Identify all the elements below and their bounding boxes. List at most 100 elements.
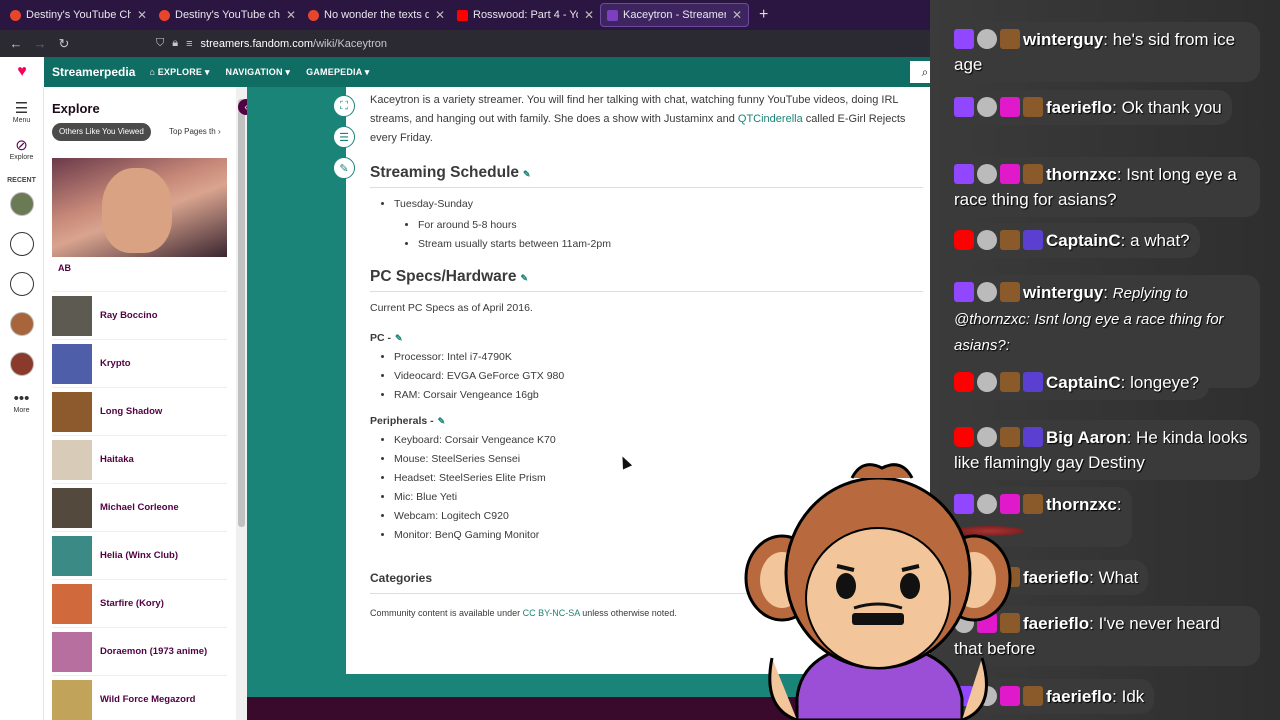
avatar (977, 164, 997, 184)
explore-list-item[interactable]: Krypto (52, 339, 227, 387)
recent-wiki-avatar[interactable] (9, 312, 34, 336)
page-tools: ⛶ ☰ ✎ (333, 95, 357, 188)
edit-pencil-icon[interactable]: ✎ (523, 169, 531, 179)
twitch-icon (954, 97, 974, 117)
browser-tab[interactable]: Rosswood: Part 4 - YouTube✕ (451, 3, 600, 27)
back-arrow-icon[interactable]: ← (4, 36, 28, 51)
browser-tab-active[interactable]: Kaceytron - Streamerpedia✕ (600, 3, 749, 27)
close-icon[interactable]: ✕ (584, 8, 594, 22)
forward-arrow-icon[interactable]: → (28, 36, 52, 51)
navigation-menu[interactable]: NAVIGATION ▾ (226, 67, 291, 78)
recent-label: RECENT (7, 177, 36, 184)
new-tab-button[interactable]: + (759, 6, 768, 24)
scrollbar-thumb[interactable] (238, 99, 245, 527)
table-of-contents-icon[interactable]: ☰ (333, 126, 355, 148)
list-item: Processor: Intel i7-4790K (394, 348, 922, 367)
gem-badge-icon (1000, 97, 1020, 117)
badge-icon (1000, 372, 1020, 392)
thumbnail-image (52, 487, 92, 528)
explore-scrollbar[interactable] (236, 87, 247, 720)
recent-wiki-avatar[interactable] (9, 192, 34, 216)
explore-list-item[interactable]: Doraemon (1973 anime) (52, 627, 227, 675)
edit-pencil-icon[interactable]: ✎ (438, 416, 446, 426)
menu-button[interactable]: ☰ Menu (0, 99, 43, 124)
list-item: For around 5-8 hours (418, 216, 922, 235)
chat-text: longeye? (1125, 373, 1200, 392)
pc-list: Processor: Intel i7-4790K Videocard: EVG… (394, 348, 922, 405)
edit-icon[interactable]: ✎ (333, 157, 355, 179)
browser-tab[interactable]: Destiny's YouTube Channel DE✕ (4, 3, 153, 27)
list-item: Stream usually starts between 11am-2pm (418, 235, 922, 254)
explore-panel: Explore Others Like You Viewed Top Pages… (44, 87, 247, 720)
explore-list-item[interactable]: Wild Force Megazord (52, 675, 227, 720)
qtcinderella-link[interactable]: QTCinderella (738, 113, 803, 125)
more-button[interactable]: ••• More (0, 390, 43, 414)
wiki-name[interactable]: Streamerpedia (52, 65, 135, 79)
chip-top-pages[interactable]: Top Pages th › (162, 123, 228, 141)
twitch-icon (954, 29, 974, 49)
recent-wiki-avatar[interactable] (9, 352, 34, 376)
explore-list-item[interactable]: Starfire (Kory) (52, 579, 227, 627)
youtube-icon (954, 230, 974, 250)
explore-list: Ray Boccino Krypto Long Shadow Haitaka Micha… (52, 291, 227, 720)
thumbnail-image (52, 295, 92, 336)
browser-tab[interactable]: No wonder the texts didn't pas✕ (302, 3, 451, 27)
edit-pencil-icon[interactable]: ✎ (520, 273, 528, 283)
close-icon[interactable]: ✕ (435, 8, 445, 22)
explore-item-name: Michael Corleone (100, 502, 179, 513)
chat-username: faerieflo (1046, 98, 1113, 117)
explore-list-item[interactable]: Michael Corleone (52, 483, 227, 531)
explore-item-name: Long Shadow (100, 406, 163, 417)
chat-username: CaptainC (1046, 373, 1121, 392)
badge-icon (1023, 494, 1043, 514)
chat-username: faerieflo (1023, 614, 1090, 633)
reload-icon[interactable]: ↻ (52, 36, 76, 52)
lock-icon: 🔒︎ (172, 37, 179, 49)
avatar (977, 97, 997, 117)
explore-menu[interactable]: ⌂ EXPLORE ▾ (149, 67, 209, 78)
youtube-icon (457, 9, 468, 21)
close-icon[interactable]: ✕ (137, 8, 147, 22)
list-item: RAM: Corsair Vengeance 16gb (394, 386, 922, 405)
featured-thumbnail[interactable] (52, 158, 227, 257)
wiki-top-nav: ♥ Streamerpedia ⌂ EXPLORE ▾ NAVIGATION ▾… (0, 57, 940, 87)
thumbnail-image (52, 439, 92, 480)
fandom-logo-icon[interactable]: ♥ (0, 57, 44, 87)
license-link[interactable]: CC BY-NC-SA (523, 608, 580, 618)
youtube-icon (954, 427, 974, 447)
chat-username: CaptainC (1046, 231, 1121, 250)
explore-button[interactable]: ⊘ Explore (0, 136, 43, 161)
url-path: /wiki/Kaceytron (313, 37, 387, 50)
edit-pencil-icon[interactable]: ✎ (395, 333, 403, 343)
list-item: Tuesday-Sunday (394, 195, 922, 214)
recent-wiki-avatar[interactable] (9, 272, 34, 296)
browser-tab[interactable]: Destiny's YouTube channel has✕ (153, 3, 302, 27)
explore-title: Explore (52, 101, 100, 116)
avatar (977, 29, 997, 49)
explore-list-item[interactable]: Long Shadow (52, 387, 227, 435)
pc-specs-heading: PC Specs/Hardware ✎ (370, 268, 923, 292)
recent-wiki-avatar[interactable] (9, 232, 34, 256)
badge-icon (1023, 97, 1043, 117)
featured-label[interactable]: AB (58, 263, 71, 273)
chat-text: Ok thank you (1116, 98, 1222, 117)
explore-list-item[interactable]: Helia (Winx Club) (52, 531, 227, 579)
twitch-icon (954, 164, 974, 184)
chat-message: thornzxc: Isnt long eye a race thing for… (944, 157, 1260, 217)
chip-others-like-you-viewed[interactable]: Others Like You Viewed (52, 123, 151, 141)
pc-subheading: PC - ✎ (370, 332, 403, 344)
hamburger-icon: ☰ (14, 100, 29, 117)
address-field[interactable]: ⛉ 🔒︎ ≡ streamers.fandom.com/wiki/Kaceytr… (156, 37, 387, 50)
chevron-right-icon[interactable]: › (218, 127, 221, 136)
close-icon[interactable]: ✕ (286, 8, 296, 22)
explore-list-item[interactable]: Ray Boccino (52, 291, 227, 339)
gamepedia-menu[interactable]: GAMEPEDIA ▾ (306, 67, 369, 78)
avatar (977, 230, 997, 250)
chat-message: CaptainC: a what? (944, 223, 1200, 258)
crown-badge-icon (1023, 427, 1043, 447)
close-icon[interactable]: ✕ (732, 8, 742, 22)
explore-item-name: Starfire (Kory) (100, 598, 164, 609)
explore-list-item[interactable]: Haitaka (52, 435, 227, 483)
expand-icon[interactable]: ⛶ (333, 95, 355, 117)
gem-badge-icon (1000, 164, 1020, 184)
